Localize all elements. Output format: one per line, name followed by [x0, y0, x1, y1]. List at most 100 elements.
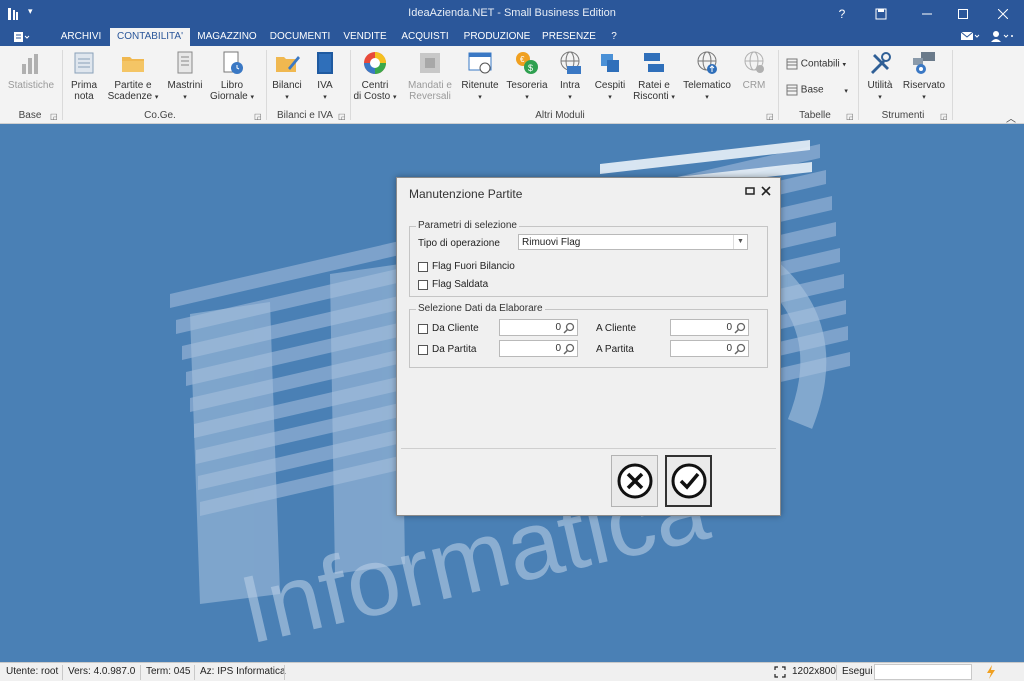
fullscreen-icon[interactable]	[774, 666, 786, 681]
user-icon[interactable]	[990, 30, 1014, 44]
partite-scadenze-button[interactable]: Partite e Scadenze ▾	[106, 50, 160, 103]
tab-contabilita[interactable]: CONTABILITA'	[110, 28, 190, 46]
confirm-button[interactable]	[665, 455, 712, 507]
maximize-icon[interactable]	[948, 0, 978, 28]
intra-label: Intra	[559, 80, 580, 91]
group-bilanci-iva-label: Bilanci e IVA	[277, 110, 333, 121]
folder-icon	[122, 57, 144, 72]
base-small-label: Base	[800, 84, 824, 96]
status-separator	[194, 665, 195, 680]
iva-button[interactable]: IVA ▾	[308, 50, 342, 103]
help-button[interactable]: ?	[827, 0, 857, 28]
prima-nota-button[interactable]: Prima nota	[64, 50, 104, 102]
group-coge-label: Co.Ge.	[144, 110, 176, 121]
da-partita-value: 0	[555, 343, 561, 354]
cespiti-button[interactable]: Cespiti ▾	[590, 50, 630, 103]
libro-giornale-button[interactable]: Libro Giornale ▾	[208, 50, 256, 103]
status-separator	[284, 665, 285, 680]
manutenzione-partite-dialog: Manutenzione Partite Parametri di selezi…	[396, 177, 781, 516]
file-menu-icon[interactable]	[12, 31, 30, 43]
ritenute-button[interactable]: Ritenute ▾	[458, 50, 502, 103]
search-icon[interactable]	[734, 322, 746, 334]
crm-button[interactable]: CRM	[736, 50, 772, 91]
group-tabelle-launcher-icon[interactable]: ◲	[846, 112, 854, 121]
utilita-label: Utilità	[867, 80, 893, 91]
flag-saldata-checkbox[interactable]	[418, 280, 428, 290]
contabili-button[interactable]: Contabili ▾	[786, 58, 846, 70]
tab-help[interactable]: ?	[604, 28, 624, 46]
ratei-risconti-button[interactable]: Ratei e Risconti ▾	[632, 50, 676, 103]
globe-upload-icon	[697, 51, 717, 74]
da-cliente-label: Da Cliente	[432, 323, 479, 334]
minimize-icon[interactable]	[912, 0, 942, 28]
tab-acquisti[interactable]: ACQUISTI	[396, 28, 454, 46]
a-cliente-label: A Cliente	[596, 323, 637, 334]
search-icon[interactable]	[734, 343, 746, 355]
centri-label: Centri	[361, 80, 389, 91]
mail-icon[interactable]	[960, 30, 980, 44]
group-separator	[62, 50, 63, 120]
group-bilanci-launcher-icon[interactable]: ◲	[338, 112, 346, 121]
search-icon[interactable]	[563, 343, 575, 355]
base-tables-button[interactable]: Base ▾	[786, 84, 848, 96]
status-separator	[140, 665, 141, 680]
group-base-launcher-icon[interactable]: ◲	[50, 112, 58, 121]
tab-presenze[interactable]: PRESENZE	[540, 28, 598, 46]
group-coge-launcher-icon[interactable]: ◲	[254, 112, 262, 121]
bar-chart-icon	[22, 54, 38, 74]
mastrini-button[interactable]: Mastrini ▾	[164, 50, 206, 103]
esegui-input[interactable]	[874, 664, 972, 680]
cancel-button[interactable]	[611, 455, 658, 507]
tab-vendite[interactable]: VENDITE	[340, 28, 390, 46]
da-partita-input[interactable]: 0	[499, 340, 578, 357]
tab-documenti[interactable]: DOCUMENTI	[266, 28, 334, 46]
group-strumenti-launcher-icon[interactable]: ◲	[940, 112, 948, 121]
statistiche-label: Statistiche	[7, 80, 55, 91]
intra-button[interactable]: Intra ▾	[552, 50, 588, 103]
lightning-icon[interactable]	[986, 665, 996, 681]
contabili-label: Contabili	[800, 58, 840, 70]
centri-di-costo-button[interactable]: Centri di Costo ▾	[352, 50, 398, 103]
blocks-icon	[644, 53, 664, 72]
chevron-down-icon[interactable]: ▼	[733, 235, 747, 249]
tipo-operazione-value: Rimuovi Flag	[522, 237, 581, 248]
mandati-label-2: Reversali	[409, 91, 451, 102]
da-partita-checkbox[interactable]	[418, 345, 428, 355]
group-separator	[858, 50, 859, 120]
centri-label-2: di Costo	[353, 91, 391, 102]
dialog-close-icon[interactable]	[761, 186, 771, 199]
telematico-button[interactable]: Telematico ▾	[682, 50, 732, 103]
mandati-reversali-button[interactable]: Mandati e Reversali	[404, 50, 456, 102]
tab-produzione[interactable]: PRODUZIONE	[460, 28, 534, 46]
restore-layout-icon[interactable]	[866, 0, 896, 28]
group-altri-moduli-label: Altri Moduli	[535, 110, 585, 121]
gear-windows-icon	[913, 52, 935, 74]
collapse-ribbon-icon[interactable]: ︿	[1006, 110, 1016, 125]
search-icon[interactable]	[563, 322, 575, 334]
parametri-legend: Parametri di selezione	[416, 220, 519, 231]
a-partita-input[interactable]: 0	[670, 340, 749, 357]
bilanci-button[interactable]: Bilanci ▾	[268, 50, 306, 103]
flag-fuori-bilancio-checkbox[interactable]	[418, 262, 428, 272]
ribbon: Statistiche Base ◲ Prima nota Partite e …	[0, 46, 1024, 125]
tesoreria-button[interactable]: $ € Tesoreria ▾	[504, 50, 550, 103]
da-cliente-checkbox[interactable]	[418, 324, 428, 334]
table-icon	[786, 58, 798, 70]
dialog-maximize-icon[interactable]	[745, 186, 755, 199]
currency-icon: $€	[516, 52, 538, 74]
da-cliente-input[interactable]: 0	[499, 319, 578, 336]
utilita-button[interactable]: Utilità ▾	[862, 50, 898, 103]
group-strumenti-label: Strumenti	[881, 110, 925, 121]
riservato-button[interactable]: Riservato ▾	[900, 50, 948, 103]
bilanci-label: Bilanci	[272, 80, 302, 91]
tab-archivi[interactable]: ARCHIVI	[56, 28, 106, 46]
document-eye-icon	[468, 52, 492, 74]
group-altri-launcher-icon[interactable]: ◲	[766, 112, 774, 121]
tipo-operazione-select[interactable]: Rimuovi Flag ▼	[518, 234, 748, 250]
statistiche-button[interactable]: Statistiche	[6, 50, 56, 91]
a-cliente-input[interactable]: 0	[670, 319, 749, 336]
tab-magazzino[interactable]: MAGAZZINO	[194, 28, 260, 46]
a-cliente-value: 0	[726, 322, 732, 333]
status-bar: Utente: root Vers: 4.0.987.0 Term: 045 A…	[0, 662, 1024, 681]
close-window-icon[interactable]	[988, 0, 1018, 28]
